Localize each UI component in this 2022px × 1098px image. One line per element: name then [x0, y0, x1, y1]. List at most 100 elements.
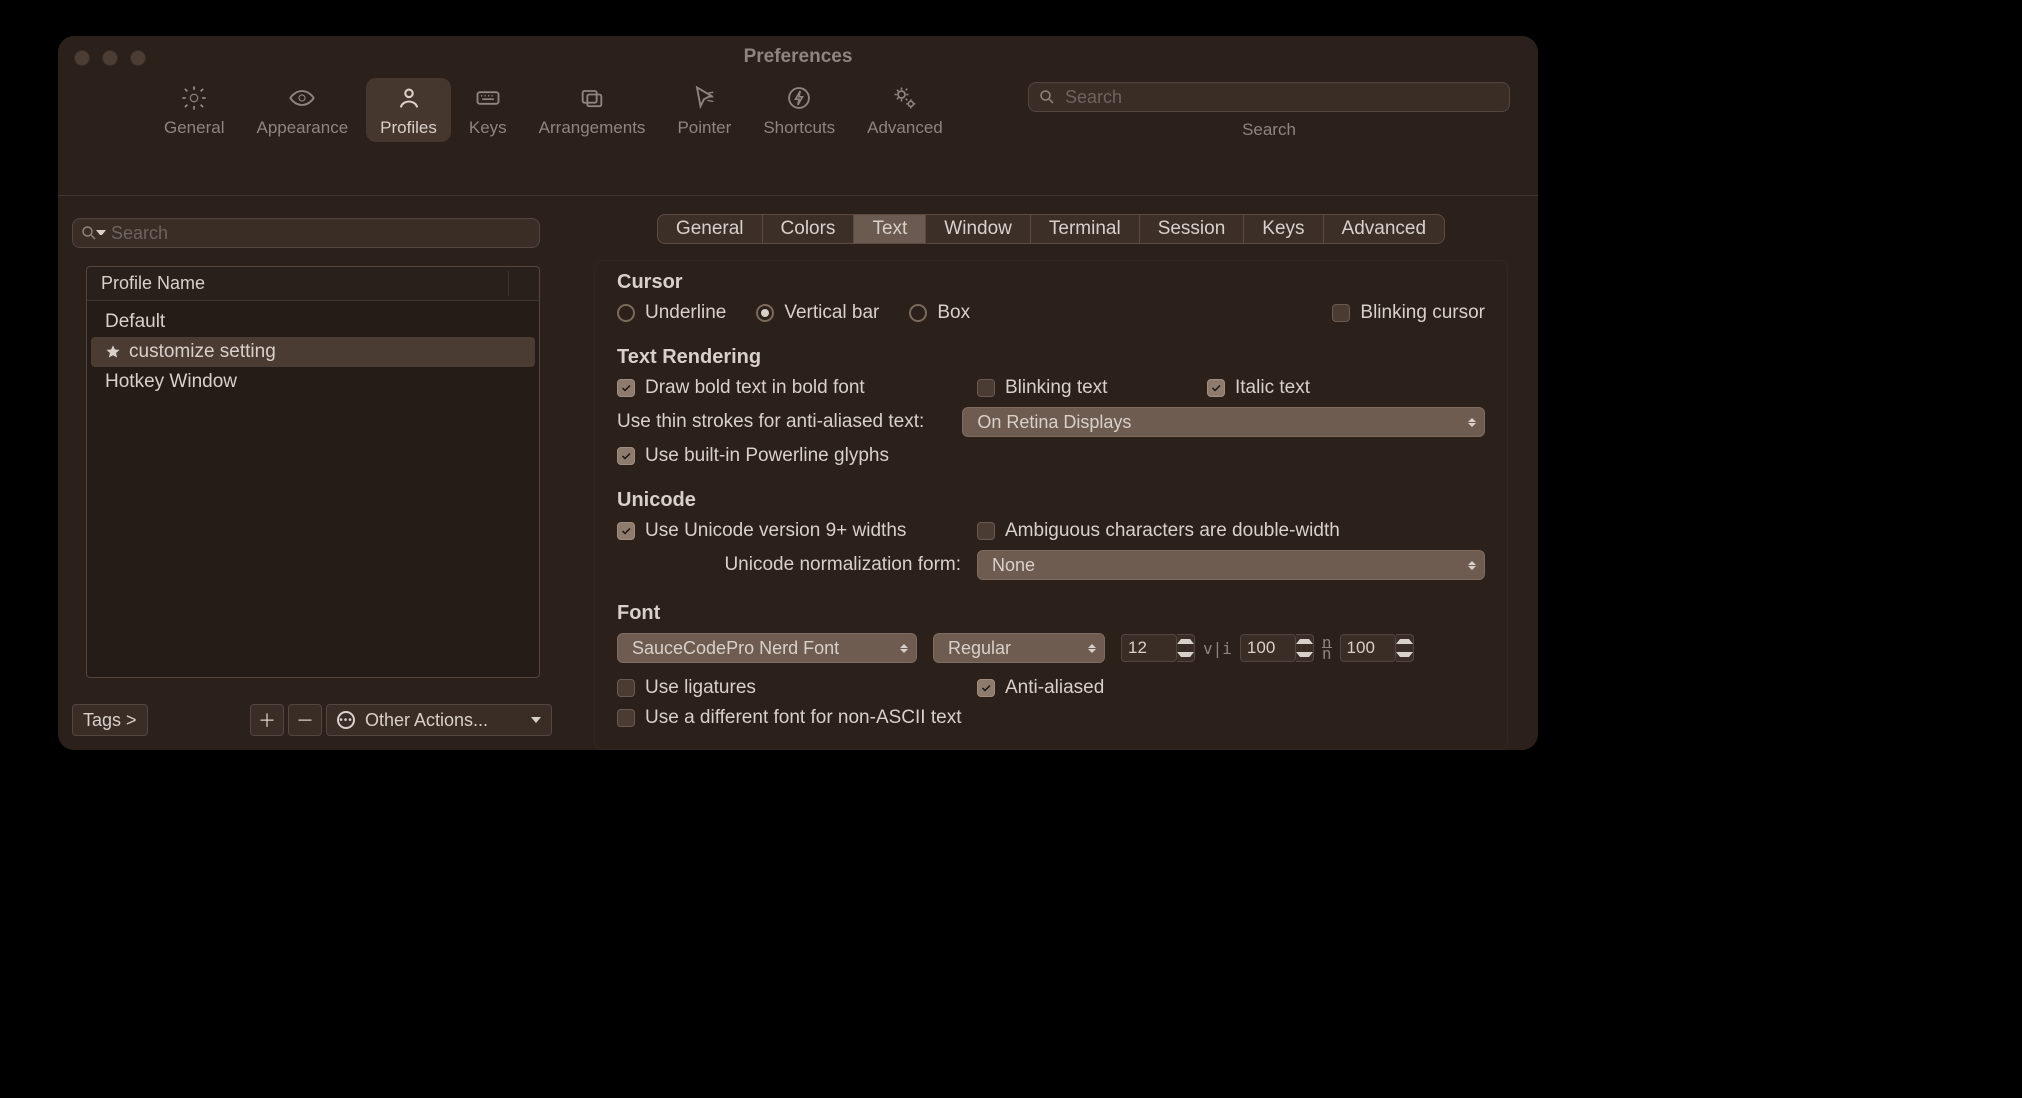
- font-weight-dropdown[interactable]: Regular: [933, 633, 1105, 663]
- font-weight-value: Regular: [948, 638, 1011, 659]
- cursor-icon: [690, 84, 718, 112]
- blinking-text-checkbox[interactable]: Blinking text: [977, 377, 1207, 399]
- column-header-name: Profile Name: [101, 273, 205, 293]
- italic-checkbox[interactable]: Italic text: [1207, 377, 1310, 399]
- column-divider: [508, 271, 509, 296]
- bold-checkbox[interactable]: Draw bold text in bold font: [617, 377, 977, 399]
- chevron-down-icon: [531, 717, 541, 723]
- toolbar-search-wrap: [1028, 82, 1510, 112]
- sidebar-search-input[interactable]: [72, 218, 540, 248]
- other-actions-label: Other Actions...: [365, 710, 488, 731]
- tags-button[interactable]: Tags >: [72, 704, 148, 736]
- thin-strokes-dropdown[interactable]: On Retina Displays: [962, 407, 1485, 437]
- cursor-radio-underline[interactable]: Underline: [617, 302, 726, 324]
- tab-general[interactable]: General: [150, 78, 238, 142]
- profiles-sidebar: Profile Name Default customize setting H…: [58, 196, 564, 750]
- h-spacing-stepper[interactable]: 100: [1240, 634, 1314, 662]
- tab-pointer[interactable]: Pointer: [663, 78, 745, 142]
- detail-tab-text[interactable]: Text: [854, 215, 926, 243]
- detail-tab-session[interactable]: Session: [1140, 215, 1245, 243]
- unicode-norm-dropdown[interactable]: None: [977, 550, 1485, 580]
- font-size-stepper[interactable]: 12: [1121, 634, 1195, 662]
- detail-tab-keys[interactable]: Keys: [1244, 215, 1323, 243]
- profile-detail: General Colors Text Window Terminal Sess…: [564, 196, 1538, 750]
- add-profile-button[interactable]: ＋: [250, 704, 284, 736]
- unicode-heading: Unicode: [617, 489, 1485, 512]
- preferences-window: Preferences General Appearance Profiles …: [58, 36, 1538, 750]
- tab-label: General: [164, 118, 224, 138]
- powerline-checkbox[interactable]: Use built-in Powerline glyphs: [617, 445, 1485, 467]
- toolbar-tabs: General Appearance Profiles Keys Arrange…: [148, 78, 959, 142]
- font-family-dropdown[interactable]: SauceCodePro Nerd Font: [617, 633, 917, 663]
- tab-appearance[interactable]: Appearance: [242, 78, 362, 142]
- profile-name: customize setting: [129, 339, 276, 365]
- detail-tab-terminal[interactable]: Terminal: [1031, 215, 1140, 243]
- unicode-norm-value: None: [992, 555, 1035, 576]
- cursor-radio-box[interactable]: Box: [909, 302, 970, 324]
- other-actions-button[interactable]: ••• Other Actions...: [326, 704, 552, 736]
- profile-row-default[interactable]: Default: [91, 307, 535, 337]
- close-button[interactable]: [74, 50, 90, 66]
- cursor-vertical-bar-label: Vertical bar: [784, 302, 879, 324]
- font-size-value[interactable]: 12: [1121, 634, 1177, 662]
- tab-advanced[interactable]: Advanced: [853, 78, 957, 142]
- anti-aliased-checkbox[interactable]: Anti-aliased: [977, 677, 1104, 699]
- stepper-buttons[interactable]: [1296, 634, 1314, 662]
- windows-icon: [578, 84, 606, 112]
- zoom-button[interactable]: [130, 50, 146, 66]
- detail-tab-general[interactable]: General: [658, 215, 763, 243]
- cursor-row: Underline Vertical bar Box Bli: [617, 302, 1485, 324]
- detail-tab-advanced[interactable]: Advanced: [1324, 215, 1445, 243]
- unicode-v9-checkbox[interactable]: Use Unicode version 9+ widths: [617, 520, 977, 542]
- unicode-norm-row: Unicode normalization form: None: [617, 550, 1485, 580]
- detail-tab-window[interactable]: Window: [926, 215, 1031, 243]
- vertical-spacing-icon: nn: [1318, 639, 1336, 658]
- blinking-cursor-checkbox[interactable]: Blinking cursor: [1332, 302, 1485, 324]
- tab-keys[interactable]: Keys: [455, 78, 521, 142]
- plus-icon: ＋: [258, 707, 276, 733]
- tab-label: Profiles: [380, 118, 437, 138]
- tab-arrangements[interactable]: Arrangements: [525, 78, 660, 142]
- stepper-buttons[interactable]: [1177, 634, 1195, 662]
- ellipsis-icon: •••: [337, 711, 355, 729]
- tab-shortcuts[interactable]: Shortcuts: [749, 78, 849, 142]
- remove-profile-button[interactable]: －: [288, 704, 322, 736]
- v-spacing-stepper[interactable]: 100: [1340, 634, 1414, 662]
- radio-dot: [617, 304, 635, 322]
- profiles-table: Profile Name Default customize setting H…: [86, 266, 540, 678]
- updown-icon: [1468, 418, 1476, 427]
- radio-dot: [909, 304, 927, 322]
- person-icon: [395, 84, 423, 112]
- profiles-rows: Default customize setting Hotkey Window: [87, 301, 539, 677]
- profiles-header[interactable]: Profile Name: [87, 267, 539, 301]
- search-icon: [1038, 88, 1056, 106]
- window-title: Preferences: [744, 46, 853, 68]
- radio-dot: [756, 304, 774, 322]
- font-row: SauceCodePro Nerd Font Regular 12 v|i 10…: [617, 633, 1485, 663]
- toolbar: General Appearance Profiles Keys Arrange…: [58, 78, 1538, 196]
- thin-strokes-row: Use thin strokes for anti-aliased text: …: [617, 407, 1485, 437]
- sidebar-bottom-bar: Tags > ＋ － ••• Other Actions...: [72, 704, 552, 736]
- keyboard-icon: [474, 84, 502, 112]
- profile-row-hotkey-window[interactable]: Hotkey Window: [91, 367, 535, 397]
- v-spacing-value[interactable]: 100: [1340, 634, 1396, 662]
- profile-row-customize-setting[interactable]: customize setting: [91, 337, 535, 367]
- italic-label: Italic text: [1235, 377, 1310, 399]
- stepper-buttons[interactable]: [1396, 634, 1414, 662]
- nonascii-font-label: Use a different font for non-ASCII text: [645, 707, 961, 729]
- toolbar-search-input[interactable]: [1028, 82, 1510, 112]
- ambiguous-checkbox[interactable]: Ambiguous characters are double-width: [977, 520, 1340, 542]
- tab-label: Appearance: [256, 118, 348, 138]
- chevron-down-icon[interactable]: [96, 230, 106, 240]
- updown-icon: [1468, 561, 1476, 570]
- tab-profiles[interactable]: Profiles: [366, 78, 451, 142]
- detail-body: Cursor Underline Vertical bar: [594, 260, 1508, 750]
- nonascii-font-checkbox[interactable]: Use a different font for non-ASCII text: [617, 707, 1485, 729]
- body: Profile Name Default customize setting H…: [58, 196, 1538, 750]
- h-spacing-value[interactable]: 100: [1240, 634, 1296, 662]
- minimize-button[interactable]: [102, 50, 118, 66]
- ligatures-checkbox[interactable]: Use ligatures: [617, 677, 977, 699]
- cursor-radio-vertical-bar[interactable]: Vertical bar: [756, 302, 879, 324]
- detail-tab-colors[interactable]: Colors: [763, 215, 855, 243]
- unicode-v9-label: Use Unicode version 9+ widths: [645, 520, 906, 542]
